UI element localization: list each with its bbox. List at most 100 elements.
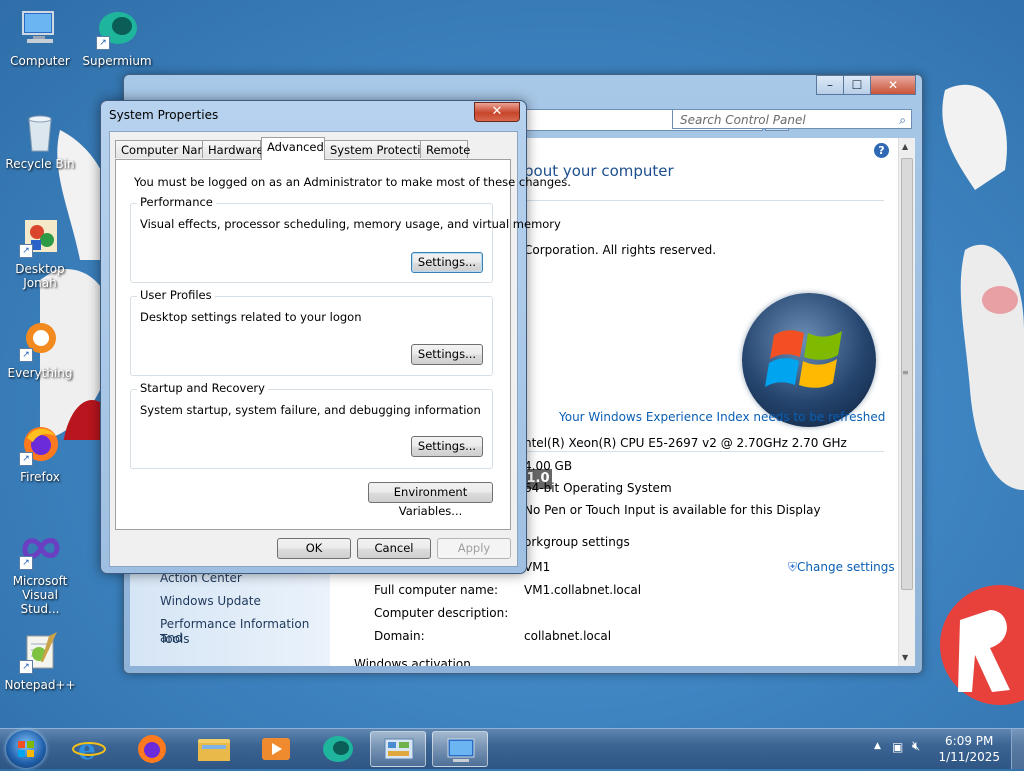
desktop-icon-everything[interactable]: ↗ Everything (2, 320, 78, 380)
desktop-icon-label: Computer (10, 54, 70, 68)
memory-value: 4.00 GB (524, 459, 573, 473)
divider (524, 200, 884, 201)
desktop-icon-notepad-plus-plus[interactable]: ↗ Notepad++ (2, 632, 78, 692)
supermium-icon: ↗ (96, 8, 138, 50)
desktop-jonah-icon: ↗ (19, 216, 61, 258)
firefox-icon: ↗ (19, 424, 61, 466)
desktop-icon-firefox[interactable]: ↗ Firefox (2, 424, 78, 484)
start-button[interactable] (6, 730, 46, 768)
close-button[interactable]: ✕ (870, 75, 916, 95)
scrollbar[interactable]: ▲ ≡ ▼ (898, 138, 915, 666)
desktop-icon-visual-studio[interactable]: ↗ Microsoft Visual Stud... (2, 528, 78, 616)
group-description: System startup, system failure, and debu… (140, 403, 481, 417)
help-icon[interactable]: ? (874, 143, 889, 158)
clock-date: 1/11/2025 (938, 750, 1000, 764)
shortcut-arrow-icon: ↗ (96, 36, 110, 50)
link-performance-information-tools[interactable]: Tools (160, 632, 190, 646)
computer-icon (19, 8, 61, 50)
show-desktop-button[interactable] (1011, 729, 1024, 769)
pen-touch-value: No Pen or Touch Input is available for t… (524, 503, 821, 517)
desktop-icon-label: Microsoft (12, 574, 68, 588)
firefox-icon (138, 735, 166, 763)
computer-name-value: VM1 (524, 560, 551, 574)
admin-note: You must be logged on as an Administrato… (134, 175, 571, 189)
maximize-button[interactable]: ☐ (843, 75, 871, 95)
taskbar-firefox[interactable] (124, 731, 180, 767)
svg-text:e: e (78, 733, 96, 766)
group-description: Visual effects, processor scheduling, me… (140, 217, 561, 231)
shortcut-arrow-icon: ↗ (19, 244, 33, 258)
notification-area: ▲ ▣ 🔇︎ 6:09 PM 1/11/2025 (864, 729, 1024, 769)
search-placeholder: Search Control Panel (680, 113, 806, 127)
dialog-title: System Properties (109, 108, 219, 122)
desktop-icon-supermium[interactable]: ↗ Supermium (79, 8, 155, 68)
desktop-icon-label: Desktop (15, 262, 65, 276)
desktop-icon-label: Firefox (20, 470, 60, 484)
dialog-body: Computer Name Hardware Advanced System P… (109, 131, 571, 567)
taskbar-supermium[interactable] (310, 731, 366, 767)
cancel-button[interactable]: Cancel (357, 538, 431, 559)
full-name-value: VM1.collabnet.local (524, 583, 642, 597)
startup-recovery-group: Startup and Recovery System startup, sys… (130, 381, 493, 469)
media-player-icon (262, 738, 290, 760)
taskbar-system-properties[interactable] (432, 731, 488, 767)
desktop-icon-desktop-jonah[interactable]: ↗ Desktop Jonah (2, 216, 78, 290)
desktop-icon-label: Recycle Bin (5, 157, 75, 171)
notepad-plus-plus-icon: ↗ (19, 632, 61, 674)
windows-logo (742, 293, 876, 427)
scroll-up-icon[interactable]: ▲ (902, 142, 908, 151)
minimize-button[interactable]: – (816, 75, 844, 95)
tab-computer-name[interactable]: Computer Name (115, 140, 216, 158)
taskbar-internet-explorer[interactable]: e (62, 731, 118, 767)
system-properties-dialog[interactable]: System Properties ✕ Computer Name Hardwa… (100, 100, 571, 574)
experience-index-link[interactable]: Your Windows Experience Index needs to b… (559, 410, 885, 424)
desktop-icon-computer[interactable]: Computer (2, 8, 78, 68)
startup-recovery-settings-button[interactable]: Settings... (411, 436, 483, 457)
show-hidden-icons-icon[interactable]: ▲ (874, 741, 881, 751)
taskbar-control-panel[interactable] (370, 731, 426, 767)
everything-icon: ↗ (19, 320, 61, 362)
change-settings-link[interactable]: ⛨Change settings (788, 560, 895, 575)
taskbar-media-player[interactable] (248, 731, 304, 767)
advanced-tab-content: You must be logged on as an Administrato… (115, 159, 571, 530)
wallpaper-logo-mark (958, 610, 1010, 692)
full-name-label: Full computer name: (374, 583, 499, 597)
environment-variables-button[interactable]: Environment Variables... (368, 482, 493, 518)
scroll-down-icon[interactable]: ▼ (902, 653, 908, 662)
user-profiles-settings-button[interactable]: Settings... (411, 344, 483, 365)
tab-hardware[interactable]: Hardware (202, 140, 264, 158)
close-button[interactable]: ✕ (474, 102, 520, 122)
shortcut-arrow-icon: ↗ (19, 348, 33, 362)
desktop-icon-label: Everything (7, 366, 73, 380)
clock-time: 6:09 PM (945, 734, 994, 748)
folder-icon (198, 739, 230, 761)
control-panel-icon (384, 738, 414, 760)
workgroup-heading: orkgroup settings (524, 535, 630, 549)
search-icon[interactable]: ⌕ (899, 110, 906, 130)
apply-button[interactable]: Apply (437, 538, 511, 559)
tab-advanced[interactable]: Advanced (261, 137, 325, 160)
shield-icon: ⛨ (788, 560, 798, 574)
performance-group: Performance Visual effects, processor sc… (130, 195, 561, 283)
performance-settings-button[interactable]: Settings... (411, 252, 483, 273)
copyright-text: Corporation. All rights reserved. (524, 243, 717, 257)
change-settings-label: Change settings (797, 560, 895, 574)
group-title: User Profiles (137, 288, 215, 302)
desktop-icon-label: Visual Stud... (20, 588, 60, 616)
group-title: Startup and Recovery (137, 381, 268, 395)
tab-remote[interactable]: Remote (420, 140, 470, 158)
processor-value: ntel(R) Xeon(R) CPU E5-2697 v2 @ 2.70GHz… (524, 436, 847, 450)
taskbar-explorer[interactable] (186, 731, 242, 767)
tab-system-protection[interactable]: System Protection (324, 140, 435, 158)
desktop-icon-recycle-bin[interactable]: Recycle Bin (2, 111, 78, 171)
desktop-icon-label: Supermium (82, 54, 152, 68)
link-windows-update[interactable]: Windows Update (160, 594, 261, 608)
shortcut-arrow-icon: ↗ (19, 556, 33, 570)
internet-explorer-icon: e (72, 733, 106, 766)
group-title: Performance (137, 195, 216, 209)
volume-muted-icon[interactable]: 🔇︎ (912, 739, 920, 754)
ok-button[interactable]: OK (277, 538, 351, 559)
clock[interactable]: 6:09 PM 1/11/2025 (938, 733, 1000, 765)
search-input[interactable]: Search Control Panel ⌕ (672, 109, 912, 129)
network-icon[interactable]: ▣ (892, 740, 903, 754)
